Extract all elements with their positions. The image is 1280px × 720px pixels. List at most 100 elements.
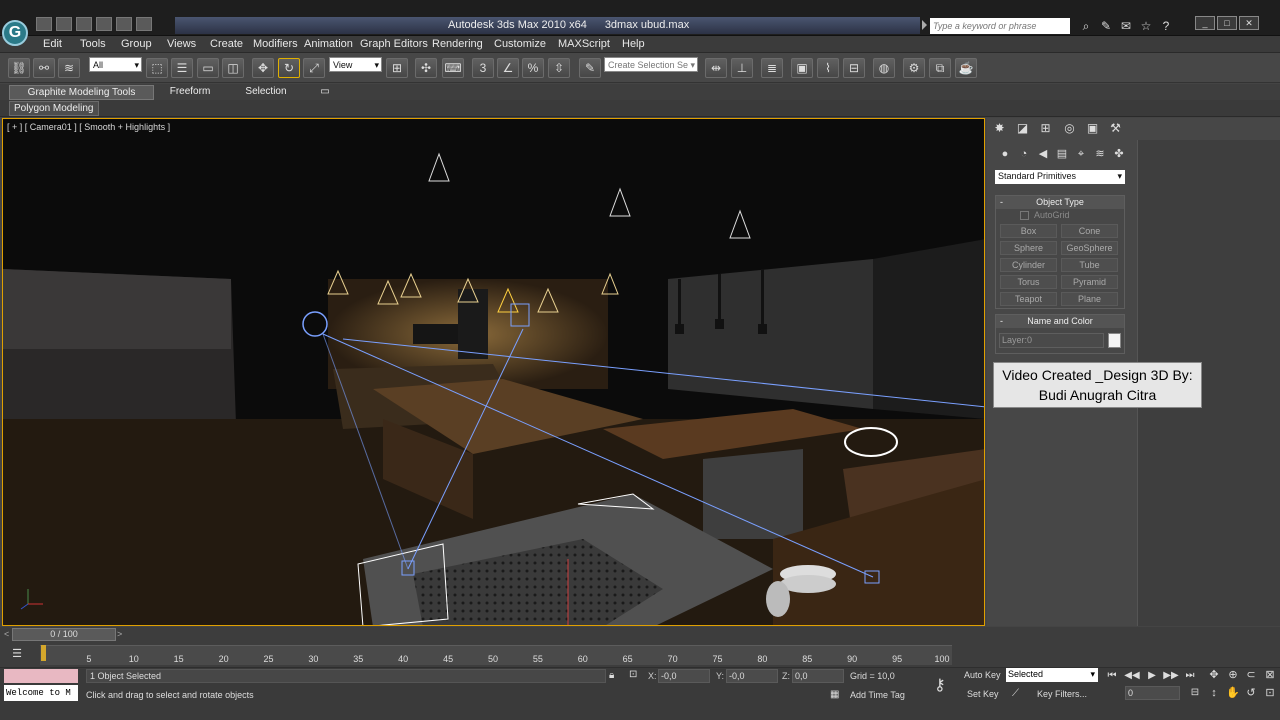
bind-spacewarp-icon[interactable]: ≋ — [58, 58, 80, 78]
prev-frame-icon[interactable]: < — [4, 629, 9, 639]
truck-icon[interactable]: ⊡ — [1262, 686, 1278, 701]
communication-icon[interactable]: ✉ — [1118, 18, 1134, 34]
reference-coordinate-dropdown[interactable]: View — [329, 57, 382, 72]
modify-tab-icon[interactable]: ◪ — [1014, 121, 1031, 136]
menu-edit[interactable]: Edit — [43, 38, 62, 50]
object-type-title[interactable]: Object Type — [996, 196, 1124, 209]
percent-snap-icon[interactable]: % — [522, 58, 544, 78]
scale-icon[interactable]: ⤢ — [303, 58, 325, 78]
maximize-button[interactable]: □ — [1217, 16, 1237, 30]
utilities-tab-icon[interactable]: ⚒ — [1107, 121, 1124, 136]
search-expand-icon[interactable] — [922, 20, 927, 30]
sphere-button[interactable]: Sphere — [1000, 241, 1057, 255]
spacewarps-icon[interactable]: ≋ — [1092, 147, 1108, 162]
select-by-name-icon[interactable]: ☰ — [171, 58, 193, 78]
keyboard-shortcut-icon[interactable]: ⌨ — [442, 58, 464, 78]
project-folder-icon[interactable] — [136, 17, 152, 31]
edit-named-selection-icon[interactable]: ✎ — [579, 58, 601, 78]
cameras-icon[interactable]: ▤ — [1054, 147, 1070, 162]
shapes-icon[interactable]: ◔ — [1016, 147, 1032, 162]
window-crossing-icon[interactable]: ◫ — [222, 58, 244, 78]
subscription-icon[interactable]: ✎ — [1098, 18, 1114, 34]
dolly-icon[interactable]: ↕ — [1206, 686, 1222, 701]
undo-icon[interactable] — [96, 17, 112, 31]
close-button[interactable]: ✕ — [1239, 16, 1259, 30]
teapot-button[interactable]: Teapot — [1000, 292, 1057, 306]
tube-button[interactable]: Tube — [1061, 258, 1118, 272]
spinner-snap-icon[interactable]: ⇳ — [548, 58, 570, 78]
align-icon[interactable]: ⊥ — [731, 58, 753, 78]
redo-icon[interactable] — [116, 17, 132, 31]
x-coordinate-field[interactable]: -0,0 — [658, 669, 710, 683]
selection-filter-dropdown[interactable]: All — [89, 57, 142, 72]
menu-graph-editors[interactable]: Graph Editors — [360, 38, 428, 50]
zoom-icon[interactable]: ✥ — [1206, 668, 1222, 683]
select-object-icon[interactable]: ⬚ — [146, 58, 168, 78]
key-selection-dropdown[interactable]: Selected — [1006, 668, 1098, 682]
absolute-mode-icon[interactable]: ⊡ — [629, 669, 637, 680]
set-key-icon[interactable]: ⚷ — [934, 675, 946, 695]
viewport-label[interactable]: [ + ] [ Camera01 ] [ Smooth + Highlights… — [7, 122, 170, 132]
rendered-frame-icon[interactable]: ⧉ — [929, 58, 951, 78]
material-editor-icon[interactable]: ◍ — [873, 58, 895, 78]
tab-freeform[interactable]: Freeform — [160, 85, 220, 100]
render-teapot-icon[interactable]: ☕ — [955, 58, 977, 78]
menu-animation[interactable]: Animation — [304, 38, 353, 50]
binoculars-icon[interactable]: ⌕ — [1078, 18, 1094, 34]
rectangular-selection-icon[interactable]: ▭ — [197, 58, 219, 78]
box-button[interactable]: Box — [1000, 224, 1057, 238]
autogrid-checkbox[interactable]: AutoGrid — [1020, 210, 1070, 221]
menu-modifiers[interactable]: Modifiers — [253, 38, 298, 50]
menu-tools[interactable]: Tools — [80, 38, 106, 50]
menu-group[interactable]: Group — [121, 38, 152, 50]
current-frame-marker[interactable] — [41, 645, 46, 661]
create-tab-icon[interactable]: ✸ — [991, 121, 1008, 136]
tab-selection[interactable]: Selection — [236, 85, 296, 100]
next-key-icon[interactable]: ▶▶ — [1162, 669, 1180, 683]
time-slider[interactable] — [0, 627, 1280, 642]
set-key-button[interactable]: Set Key — [967, 689, 999, 699]
graphite-toggle-icon[interactable]: ▣ — [791, 58, 813, 78]
go-to-start-icon[interactable]: ⏮ — [1103, 669, 1121, 683]
camera-viewport[interactable]: [ + ] [ Camera01 ] [ Smooth + Highlights… — [2, 118, 985, 626]
orbit-icon[interactable]: ↺ — [1243, 686, 1259, 701]
current-frame-field[interactable]: 0 — [1125, 686, 1180, 700]
geometry-icon[interactable]: ● — [997, 147, 1013, 162]
pyramid-button[interactable]: Pyramid — [1061, 275, 1118, 289]
lights-icon[interactable]: ◀ — [1035, 147, 1051, 162]
time-slider-thumb[interactable]: 0 / 100 — [12, 628, 116, 641]
key-filters-button[interactable]: Key Filters... — [1037, 689, 1087, 699]
cone-button[interactable]: Cone — [1061, 224, 1118, 238]
motion-tab-icon[interactable]: ◎ — [1061, 121, 1078, 136]
tab-graphite-modeling-tools[interactable]: Graphite Modeling Tools — [9, 85, 154, 100]
select-manipulate-icon[interactable]: ✣ — [415, 58, 437, 78]
layer-manager-icon[interactable]: ≣ — [761, 58, 783, 78]
cylinder-button[interactable]: Cylinder — [1000, 258, 1057, 272]
menu-views[interactable]: Views — [167, 38, 196, 50]
rotate-icon[interactable]: ↻ — [278, 58, 300, 78]
y-coordinate-field[interactable]: -0,0 — [726, 669, 778, 683]
maxscript-mini-listener-input[interactable] — [4, 669, 78, 683]
pivot-center-icon[interactable]: ⊞ — [386, 58, 408, 78]
curve-editor-icon[interactable]: ⌇ — [817, 58, 839, 78]
name-and-color-title[interactable]: Name and Color — [996, 315, 1124, 328]
render-setup-icon[interactable]: ⚙ — [903, 58, 925, 78]
next-frame-icon[interactable]: > — [117, 629, 122, 639]
go-to-end-icon[interactable]: ⏭ — [1181, 669, 1199, 683]
previous-key-icon[interactable]: ◀◀ — [1123, 669, 1141, 683]
time-config-icon[interactable]: ⊟ — [1186, 686, 1204, 700]
pan-hand-icon[interactable]: ✋ — [1225, 686, 1241, 701]
add-time-tag-button[interactable]: Add Time Tag — [850, 690, 905, 700]
display-tab-icon[interactable]: ▣ — [1084, 121, 1101, 136]
primitive-category-dropdown[interactable]: Standard Primitives — [995, 170, 1125, 184]
object-color-swatch[interactable] — [1108, 333, 1121, 348]
field-of-view-icon[interactable]: ⊂ — [1243, 668, 1259, 683]
named-selection-dropdown[interactable]: Create Selection Se — [604, 57, 698, 72]
hierarchy-tab-icon[interactable]: ⊞ — [1037, 121, 1054, 136]
unlink-icon[interactable]: ⚯ — [33, 58, 55, 78]
minimize-button[interactable]: _ — [1195, 16, 1215, 30]
menu-customize[interactable]: Customize — [494, 38, 546, 50]
systems-icon[interactable]: ✤ — [1111, 147, 1127, 162]
menu-help[interactable]: Help — [622, 38, 645, 50]
move-icon[interactable]: ✥ — [252, 58, 274, 78]
